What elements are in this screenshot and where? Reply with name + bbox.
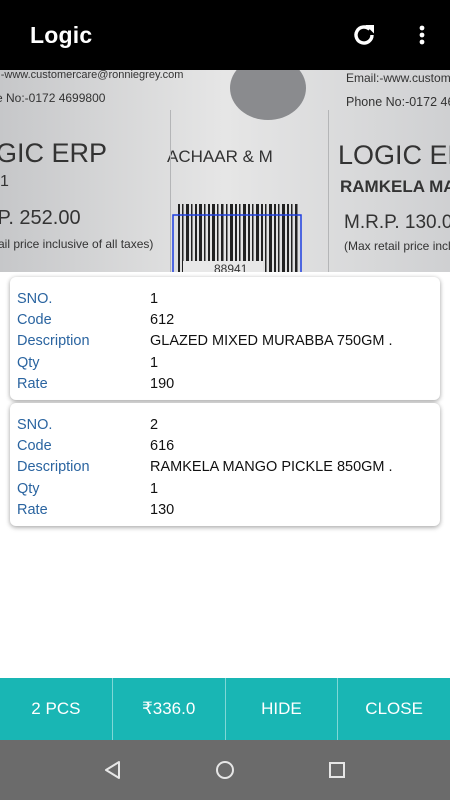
rate-row: Rate 190 xyxy=(10,373,440,394)
left-label-edge xyxy=(170,110,171,272)
rate-label: Rate xyxy=(17,501,48,518)
qty-row: Qty 1 xyxy=(10,478,440,499)
right-product: RAMKELA MAN xyxy=(340,177,450,196)
right-label-edge xyxy=(328,110,329,272)
right-email: Email:-www.custom xyxy=(346,71,450,85)
left-mrp: .P. 252.00 xyxy=(0,207,81,229)
qty-row: Qty 1 xyxy=(10,352,440,373)
qty-value: 1 xyxy=(150,480,159,497)
app-title: Logic xyxy=(30,21,93,48)
rate-value: 190 xyxy=(150,375,175,392)
left-email: r:-www.customercare@ronniegrey.com xyxy=(0,70,183,81)
rate-label: Rate xyxy=(17,375,48,392)
camera-preview[interactable]: r:-www.customercare@ronniegrey.com e No:… xyxy=(0,70,450,272)
left-line: 1 xyxy=(0,173,9,190)
close-button[interactable]: CLOSE xyxy=(338,678,450,740)
left-tax-note: ail price inclusive of all taxes) xyxy=(0,237,153,251)
right-tax-note: (Max retail price inclus xyxy=(344,239,450,253)
code-label: Code xyxy=(17,311,52,328)
sno-row: SNO. 2 xyxy=(10,414,440,435)
rate-row: Rate 130 xyxy=(10,499,440,520)
pcs-button[interactable]: 2 PCS xyxy=(0,678,113,740)
description-row: Description GLAZED MIXED MURABBA 750GM . xyxy=(10,331,440,352)
sno-label: SNO. xyxy=(17,416,53,433)
app-bar: Logic xyxy=(0,0,450,70)
left-phone: e No:-0172 4699800 xyxy=(0,91,106,105)
qty-label: Qty xyxy=(17,480,40,497)
sno-label: SNO. xyxy=(17,290,53,307)
right-brand: LOGIC ERP xyxy=(338,140,450,170)
right-phone: Phone No:-0172 46 xyxy=(346,95,450,109)
system-nav-bar xyxy=(0,740,450,800)
back-triangle-icon[interactable] xyxy=(101,758,125,782)
code-label: Code xyxy=(17,437,52,454)
code-row: Code 616 xyxy=(10,435,440,456)
qty-label: Qty xyxy=(17,354,40,371)
screen: Logic r:-www.customercare@ronniegrey.com… xyxy=(0,0,450,800)
item-card[interactable]: SNO. 1 Code 612 Description GLAZED MIXED… xyxy=(10,277,440,401)
code-value: 612 xyxy=(150,311,175,328)
total-button[interactable]: ₹336.0 xyxy=(113,678,226,740)
sno-value: 1 xyxy=(150,290,159,307)
home-circle-icon[interactable] xyxy=(213,758,237,782)
item-card[interactable]: SNO. 2 Code 616 Description RAMKELA MANG… xyxy=(10,403,440,527)
barcode-digits: 88941 xyxy=(214,262,248,272)
description-label: Description xyxy=(17,459,90,476)
sno-row: SNO. 1 xyxy=(10,288,440,309)
description-value: GLAZED MIXED MURABBA 750GM . xyxy=(150,333,393,350)
description-row: Description RAMKELA MANGO PICKLE 850GM . xyxy=(10,457,440,478)
recents-square-icon[interactable] xyxy=(325,758,349,782)
rate-value: 130 xyxy=(150,501,175,518)
refresh-icon[interactable] xyxy=(346,17,382,53)
action-bar: 2 PCS ₹336.0 HIDE CLOSE xyxy=(0,678,450,740)
right-mrp: M.R.P. 130.00 xyxy=(344,212,450,233)
code-row: Code 612 xyxy=(10,309,440,330)
description-label: Description xyxy=(17,333,90,350)
more-vert-icon[interactable] xyxy=(408,17,436,53)
left-brand: GIC ERP xyxy=(0,138,107,168)
description-value: RAMKELA MANGO PICKLE 850GM . xyxy=(150,459,393,476)
hide-button[interactable]: HIDE xyxy=(226,678,339,740)
qty-value: 1 xyxy=(150,354,159,371)
code-value: 616 xyxy=(150,437,175,454)
center-product: ACHAAR & M xyxy=(167,147,273,166)
sno-value: 2 xyxy=(150,416,159,433)
